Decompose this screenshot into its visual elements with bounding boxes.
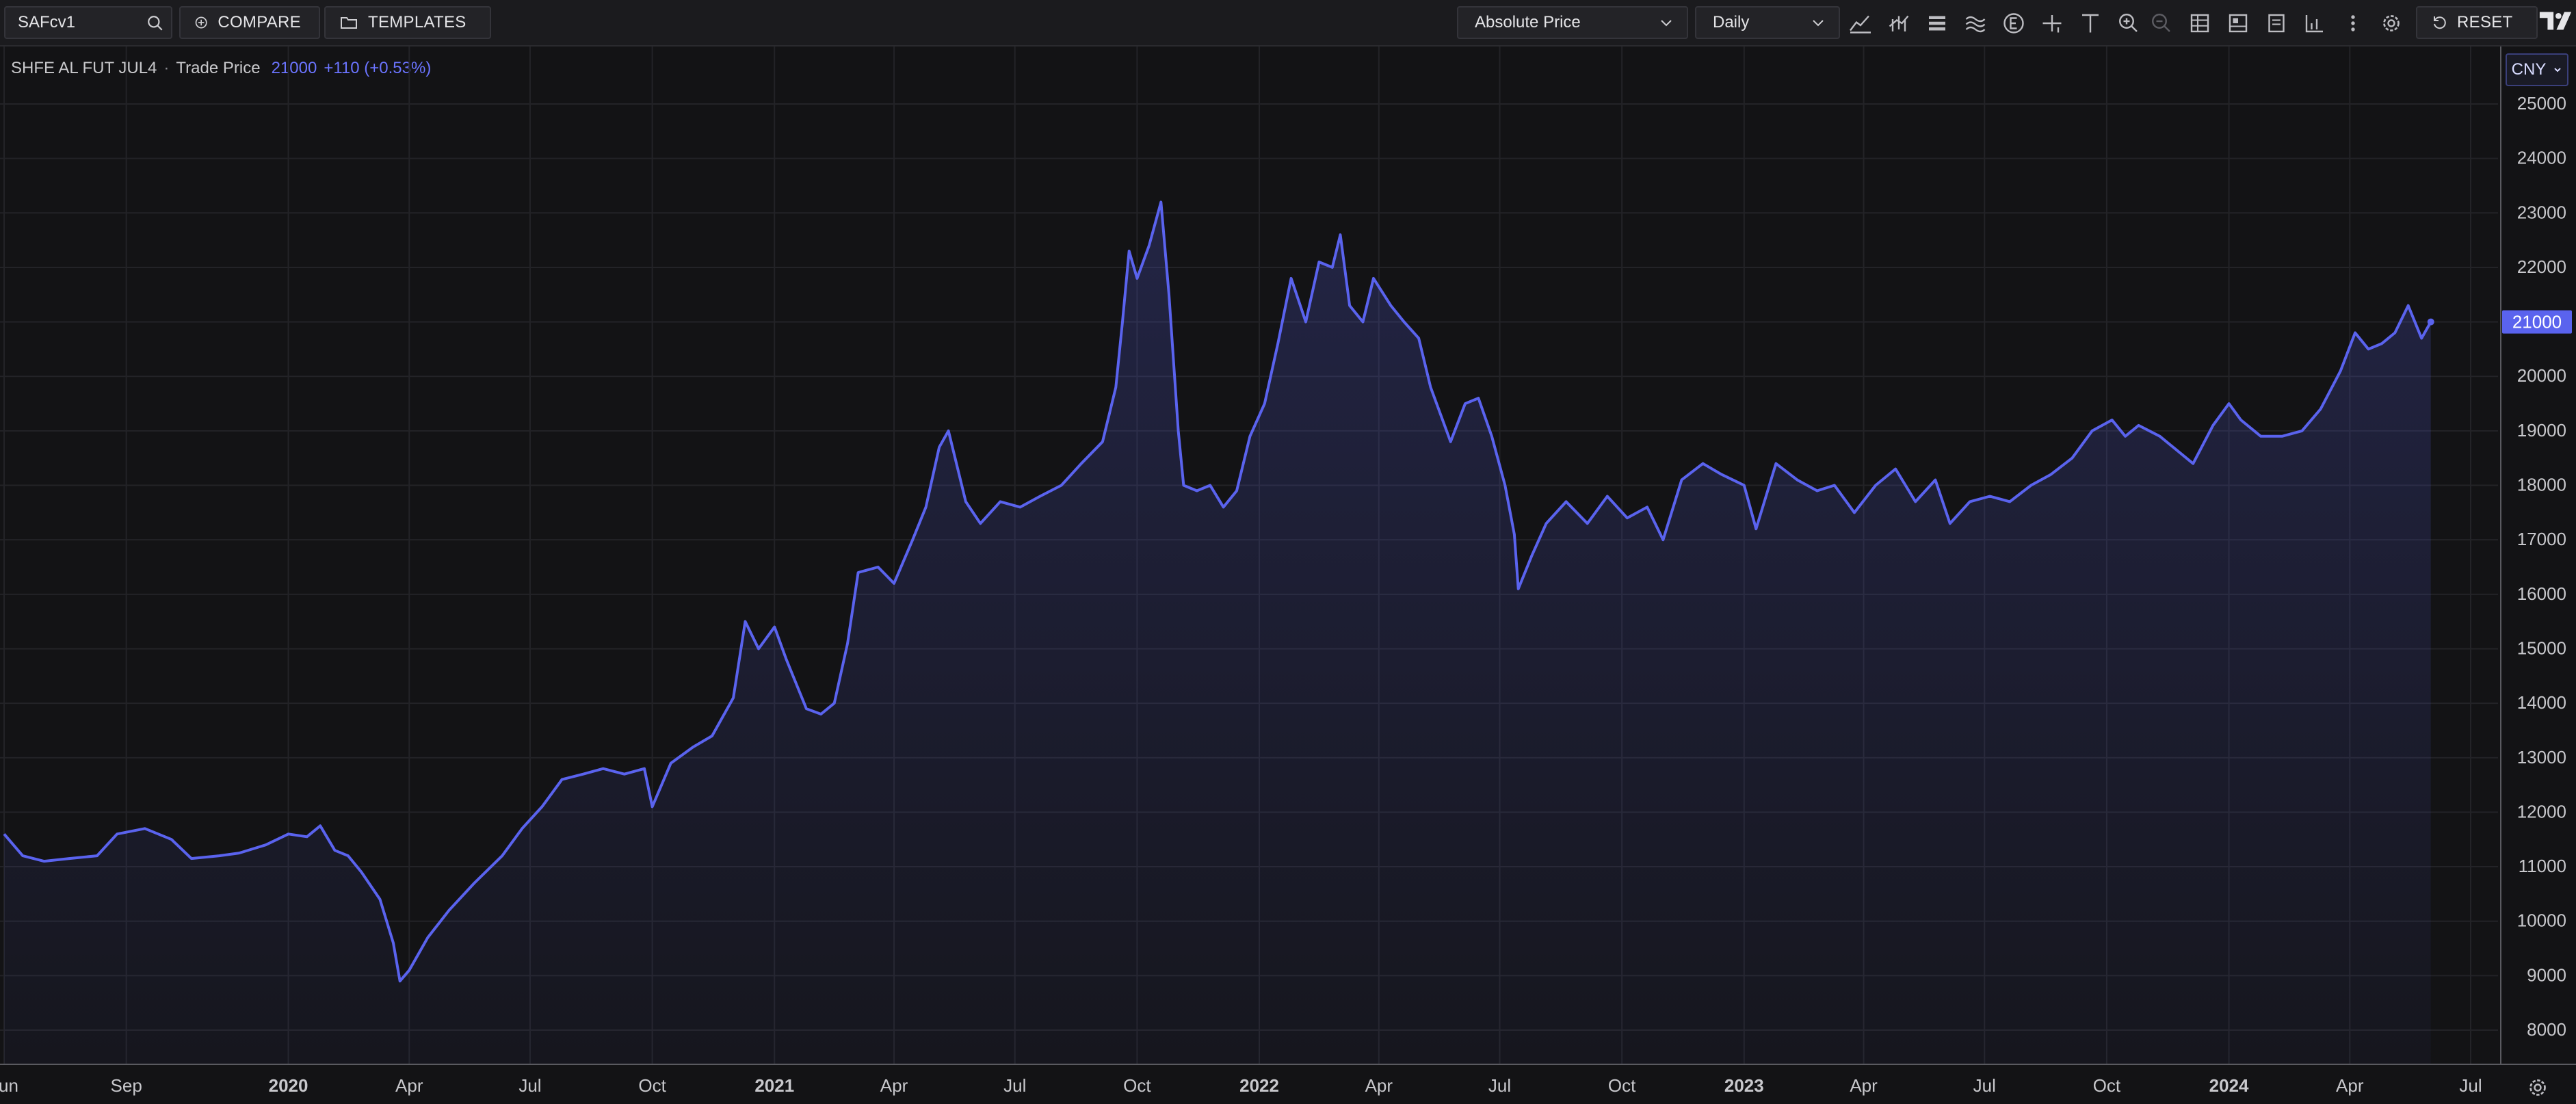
axis-settings-icon[interactable] (2525, 1075, 2550, 1100)
settings-icon[interactable] (2378, 10, 2405, 37)
mountain-chart-icon[interactable] (1847, 10, 1874, 37)
x-tick-label: Apr (395, 1075, 423, 1096)
y-tick-label: 11000 (2519, 856, 2566, 876)
zoom-in-icon[interactable] (2115, 10, 2142, 37)
y-tick-label: 8000 (2527, 1019, 2566, 1040)
x-tick-label: Apr (880, 1075, 908, 1096)
price-area-fill (4, 202, 2431, 1064)
compare-chart-icon[interactable] (2301, 10, 2328, 37)
x-tick-label: Jul (1488, 1075, 1511, 1096)
x-tick-label: Oct (2093, 1075, 2121, 1096)
y-tick-label: 23000 (2517, 202, 2566, 222)
x-tick-label: Apr (1850, 1075, 1878, 1096)
events-icon[interactable] (2000, 10, 2027, 37)
table-icon[interactable] (2186, 10, 2213, 37)
templates-label: TEMPLATES (368, 13, 466, 31)
y-tick-label: 9000 (2527, 964, 2566, 985)
toolbar: SAFcv1 COMPARE TEMPLATES Absolute Price … (0, 0, 2576, 47)
compare-label: COMPARE (218, 13, 301, 31)
reset-button[interactable]: RESET (2416, 6, 2538, 39)
price-mode-value: Absolute Price (1475, 13, 1581, 31)
zoom-out-icon[interactable] (2148, 10, 2175, 37)
y-tick-label: 20000 (2517, 365, 2566, 386)
plus-circle-icon (195, 16, 207, 29)
y-tick-label: 22000 (2517, 257, 2566, 277)
more-icon[interactable] (2339, 10, 2367, 37)
crosshair-icon[interactable] (2038, 10, 2066, 37)
y-tick-label: 25000 (2517, 93, 2566, 114)
x-tick-label: Apr (2336, 1075, 2364, 1096)
x-tick-label: Jul (518, 1075, 541, 1096)
candle-chart-icon[interactable] (1885, 10, 1913, 37)
x-tick-label: 2021 (754, 1075, 794, 1096)
chevron-down-icon (1813, 20, 1824, 27)
y-tick-label: 17000 (2517, 529, 2566, 549)
interval-dropdown[interactable]: Daily (1695, 6, 1840, 39)
search-input-value: SAFcv1 (18, 13, 76, 31)
x-tick-label: Apr (1365, 1075, 1393, 1096)
compare-button[interactable]: COMPARE (179, 6, 320, 39)
y-tick-label: 16000 (2517, 583, 2566, 604)
chevron-down-icon (1661, 20, 1672, 27)
y-tick-label: 19000 (2517, 420, 2566, 441)
layout-icon[interactable] (2224, 10, 2252, 37)
x-tick-label: Jul (2459, 1075, 2482, 1096)
y-tick-label: 14000 (2517, 692, 2566, 713)
x-tick-label: Jun (0, 1075, 18, 1096)
report-icon[interactable] (2263, 10, 2290, 37)
text-tool-icon[interactable] (2077, 10, 2104, 37)
templates-button[interactable]: TEMPLATES (324, 6, 491, 39)
y-tick-label: 13000 (2517, 747, 2566, 767)
y-tick-label: 10000 (2517, 910, 2566, 931)
x-axis: Jun Sep 2020 Apr Jul Oct 2021 Apr Jul Oct 2022 Apr J… (0, 1064, 2576, 1096)
last-point-marker (2427, 318, 2434, 326)
folder-icon (341, 17, 357, 29)
x-tick-label: 2023 (1724, 1075, 1764, 1096)
y-tick-label: 18000 (2517, 475, 2566, 495)
x-tick-label: Jul (1003, 1075, 1026, 1096)
waves-icon[interactable] (1962, 10, 1989, 37)
y-tick-label: 12000 (2517, 801, 2566, 822)
price-mode-dropdown[interactable]: Absolute Price (1457, 6, 1688, 39)
y-axis: 25000 24000 23000 22000 21000 20000 19000 18000… (2500, 47, 2566, 1064)
y-tick-label: 24000 (2517, 148, 2566, 168)
x-tick-label: Sep (111, 1075, 142, 1096)
x-tick-label: 2024 (2209, 1075, 2249, 1096)
y-tick-label: 15000 (2517, 638, 2566, 658)
x-tick-label: Oct (1608, 1075, 1636, 1096)
search-input[interactable]: SAFcv1 (4, 6, 172, 39)
price-chart[interactable]: 25000 24000 23000 22000 21000 20000 19000 18000… (0, 47, 2576, 1104)
x-tick-label: Oct (1123, 1075, 1151, 1096)
search-icon[interactable] (146, 14, 164, 32)
reset-icon (2434, 16, 2446, 29)
x-tick-label: 2022 (1239, 1075, 1279, 1096)
x-tick-label: Jul (1973, 1075, 1996, 1096)
tradingview-logo (2539, 12, 2572, 30)
interval-value: Daily (1713, 13, 1750, 31)
reset-label: RESET (2457, 13, 2513, 31)
layers-icon[interactable] (1923, 10, 1951, 37)
x-tick-label: Oct (638, 1075, 666, 1096)
last-value-text: 21000 (2512, 312, 2562, 332)
x-tick-label: 2020 (269, 1075, 308, 1096)
